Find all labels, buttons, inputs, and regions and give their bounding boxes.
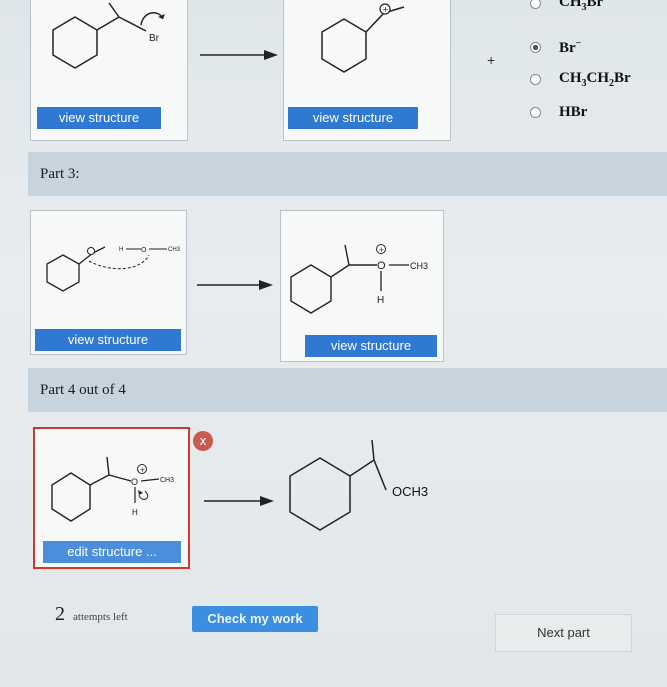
option-label: HBr [559,104,588,120]
part4-header: Part 4 out of 4 [28,368,667,412]
edit-structure-button[interactable]: edit structure ... [43,541,181,563]
view-structure-button[interactable]: view structure [305,335,437,357]
radio-button[interactable] [530,0,541,9]
svg-text:H: H [132,508,138,517]
option-label: CH3CH2Br [559,70,631,89]
option-label: CH3Br [559,0,604,13]
part3-reactant-card[interactable]: H O CH3 view structure [30,210,187,355]
attempts-text: attempts left [73,611,128,623]
close-icon[interactable]: x [193,431,213,451]
option-bromide[interactable]: Br− [530,38,581,57]
attempts-counter: 2 attempts left [55,603,128,626]
svg-text:CH3: CH3 [160,477,174,484]
svg-text:+: + [140,466,146,474]
reaction-arrow [204,496,274,506]
next-part-button[interactable]: Next part [495,614,632,652]
check-my-work-button[interactable]: Check my work [192,606,318,632]
part3-header: Part 3: [28,152,667,196]
product-label: OCH3 [392,484,429,499]
radio-button-selected[interactable] [530,42,541,53]
part3-product-card[interactable]: O + CH3 H view structure [280,210,444,362]
svg-text:+: + [382,5,389,14]
radio-button[interactable] [530,107,541,118]
part2-reactant-card[interactable]: Br view structure [30,0,188,141]
reaction-arrow [200,50,278,60]
option-ch3ch2br[interactable]: CH3CH2Br [530,70,631,89]
option-hbr[interactable]: HBr [530,104,587,121]
attempts-number: 2 [55,603,65,625]
option-label: Br− [559,38,582,56]
svg-text:O: O [141,247,147,254]
svg-text:O: O [377,260,386,272]
svg-text:+: + [379,246,385,254]
view-structure-button[interactable]: view structure [35,329,181,351]
part4-reactant-card[interactable]: O + CH3 H edit structure ... [33,427,190,569]
svg-text:H: H [377,295,384,306]
screen: Br view structure + view structure + CH3… [0,0,667,687]
svg-text:CH3: CH3 [168,247,181,253]
part2-product-card[interactable]: + view structure [283,0,451,141]
svg-text:H: H [119,247,123,253]
option-ch3br[interactable]: CH3Br [530,0,603,13]
reaction-arrow [197,280,273,290]
svg-text:O: O [131,477,138,487]
svg-text:Br: Br [149,33,160,44]
radio-button[interactable] [530,74,541,85]
plus-sign: + [487,52,496,68]
view-structure-button[interactable]: view structure [37,107,161,129]
svg-text:CH3: CH3 [410,261,428,271]
view-structure-button[interactable]: view structure [288,107,418,129]
